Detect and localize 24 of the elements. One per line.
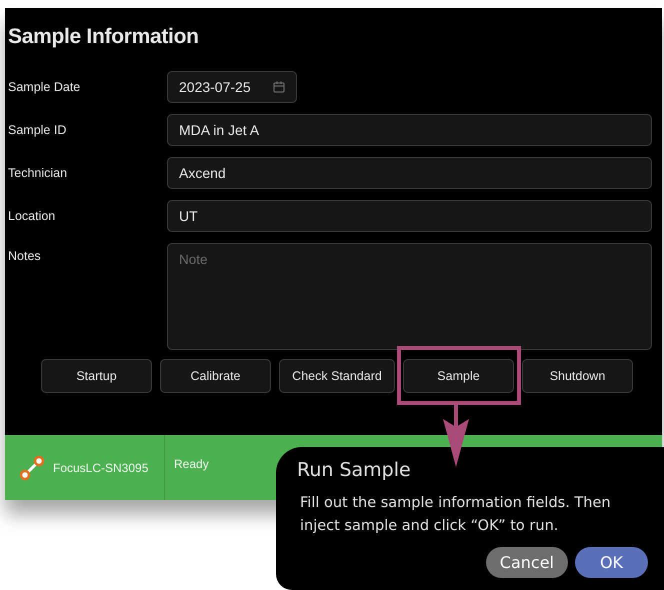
popup-title: Run Sample [297, 459, 412, 481]
status-text: Ready [173, 456, 209, 473]
popup-text: Fill out the sample information fields. Then inject sample and click “OK” to run. [300, 494, 612, 536]
field-label: Location [7, 208, 56, 225]
field-label: Technician [7, 165, 68, 182]
ok-button[interactable]: OK [575, 547, 648, 578]
action-button[interactable]: Check Standard [279, 359, 395, 393]
callout-arrow [443, 405, 469, 467]
action-button[interactable]: Startup [41, 359, 152, 393]
connection-icon [19, 454, 45, 480]
action-button[interactable]: Shutdown [522, 359, 633, 393]
input-field[interactable]: UT [167, 200, 652, 232]
device-name: FocusLC-SN3095 [53, 460, 148, 474]
calendar-icon[interactable] [273, 81, 285, 93]
field-label: Sample ID [7, 122, 68, 139]
action-button[interactable]: Calibrate [160, 359, 271, 393]
action-button[interactable]: Sample [403, 359, 514, 393]
input-field[interactable]: MDA in Jet A [167, 114, 652, 146]
page-title: Sample Information [8, 25, 200, 49]
field-label: Sample Date [7, 79, 82, 96]
input-field[interactable]: Axcend [167, 157, 652, 189]
cancel-button[interactable]: Cancel [486, 547, 568, 578]
date-field[interactable]: 2023-07-25 [167, 71, 297, 103]
field-label: Notes [7, 248, 42, 265]
